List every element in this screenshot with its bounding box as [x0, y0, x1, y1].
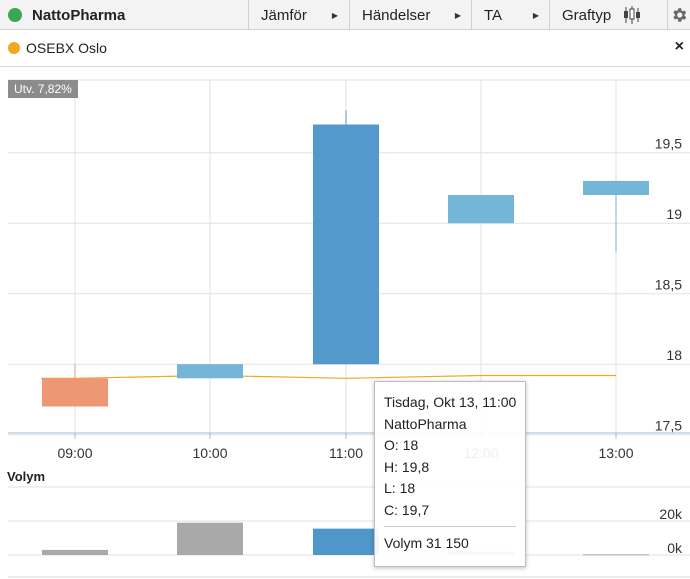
tooltip-high: H: 19,8 — [384, 458, 430, 475]
caret-right-icon: ▶ — [532, 10, 539, 20]
chart-type-menu[interactable]: Graftyp — [549, 0, 667, 30]
volume-label: Volym — [7, 469, 46, 484]
price-chart: 17,51818,51919,5 09:0010:0011:0012:0013:… — [8, 79, 690, 578]
y-tick-label: 17,5 — [655, 418, 682, 434]
volume-bar — [313, 528, 379, 555]
tooltip-name: NattoPharma — [384, 415, 467, 432]
events-menu-label: Händelser — [362, 6, 431, 24]
close-icon[interactable]: × — [675, 38, 684, 56]
ta-menu-label: TA — [484, 6, 503, 24]
gear-icon — [673, 8, 687, 22]
app-title-label: NattoPharma — [32, 6, 126, 24]
tooltip-low: L: 18 — [384, 480, 416, 496]
candle-body — [42, 378, 108, 407]
y-axis-ticks: 17,5 18 18,5 19 19,5 — [655, 136, 682, 434]
volume-bar — [177, 522, 243, 555]
events-menu[interactable]: Händelser ▶ — [349, 0, 471, 30]
volume-tick-label: 20k — [659, 506, 683, 522]
y-tick-label: 18,5 — [655, 277, 682, 293]
y-tick-label: 19,5 — [655, 136, 682, 152]
chart-type-menu-label: Graftyp — [562, 6, 612, 24]
chart-tooltip: Tisdag, Okt 13, 11:00 NattoPharma O: 18 … — [374, 381, 526, 567]
volume-bars — [42, 522, 649, 556]
legend-label: OSEBX Oslo — [26, 40, 107, 56]
candlestick-icon — [624, 6, 641, 24]
tooltip-open: O: 18 — [384, 437, 419, 453]
volume-bar — [583, 554, 649, 556]
tooltip-date: Tisdag, Okt 13, 11:00 — [384, 394, 517, 410]
tooltip-volume: Volym 31 150 — [384, 535, 469, 551]
change-badge: Utv. 7,82% — [8, 80, 78, 98]
comparison-line — [41, 374, 616, 379]
volume-y-ticks: 0k 20k — [659, 506, 683, 556]
status-dot-icon — [8, 8, 22, 22]
x-axis-ticks: 09:0010:0011:0012:0013:00 — [57, 433, 634, 461]
toolbar: NattoPharma Jämför ▶ Händelser ▶ TA ▶ Gr… — [0, 0, 690, 30]
legend-item-osebx[interactable]: OSEBX Oslo — [8, 30, 107, 66]
tooltip-close: C: 19,7 — [384, 501, 430, 518]
grid — [8, 79, 690, 436]
compare-menu-label: Jämför — [261, 6, 307, 24]
candle-body — [583, 180, 649, 195]
volume-tick-label: 0k — [667, 540, 683, 556]
x-tick-label: 11:00 — [329, 445, 363, 461]
settings-button[interactable] — [667, 0, 690, 30]
tooltip-divider — [384, 526, 516, 527]
y-tick-label: 18 — [666, 347, 682, 363]
candle-body — [313, 124, 379, 365]
compare-menu[interactable]: Jämför ▶ — [248, 0, 348, 30]
x-tick-label: 10:00 — [192, 445, 227, 461]
candle-body — [177, 364, 243, 379]
caret-right-icon: ▶ — [331, 10, 338, 20]
x-tick-label: 09:00 — [57, 445, 92, 461]
caret-right-icon: ▶ — [454, 10, 461, 20]
candle-body — [448, 195, 514, 224]
legend-dot-icon — [8, 42, 20, 54]
x-tick-label: 13:00 — [598, 445, 633, 461]
y-tick-label: 19 — [666, 206, 682, 222]
candles — [42, 110, 649, 407]
volume-grid — [8, 486, 690, 578]
app-title: NattoPharma — [8, 0, 125, 30]
volume-bar — [42, 549, 108, 555]
legend-row: OSEBX Oslo × — [0, 30, 690, 67]
ta-menu[interactable]: TA ▶ — [471, 0, 549, 30]
comparison-series — [41, 374, 616, 379]
